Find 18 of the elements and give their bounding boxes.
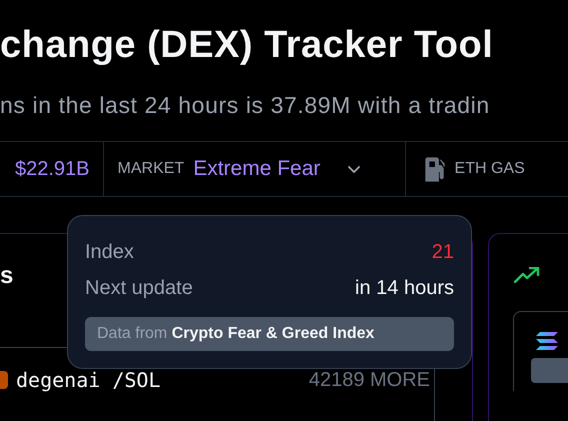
photo-placeholder [531,358,568,383]
token-count: 42189 MORE [308,368,430,393]
data-source-note: Data from Crypto Fear & Greed Index [85,317,454,351]
fuel-pump-icon [424,156,447,182]
token-pair: degenai /SOL [16,367,160,394]
popover-label: Index [85,240,134,265]
page-title: change (DEX) Tracker Tool [0,23,494,68]
popover-value: in 14 hours [355,276,454,301]
token-image [0,371,8,389]
trending-up-icon [514,267,540,283]
panel-heading: s [0,261,14,291]
popover-label: Next update [85,276,193,301]
popover-value: 21 [432,240,454,265]
stat-value: $22.91B [15,157,90,182]
page-subtitle: ns in the last 24 hours is 37.89M with a tradin [0,91,491,120]
market-dropdown[interactable]: MARKET Extreme Fear [118,153,362,185]
stat-label: ETH GAS [454,159,525,179]
stripes-logo-icon [536,332,558,350]
